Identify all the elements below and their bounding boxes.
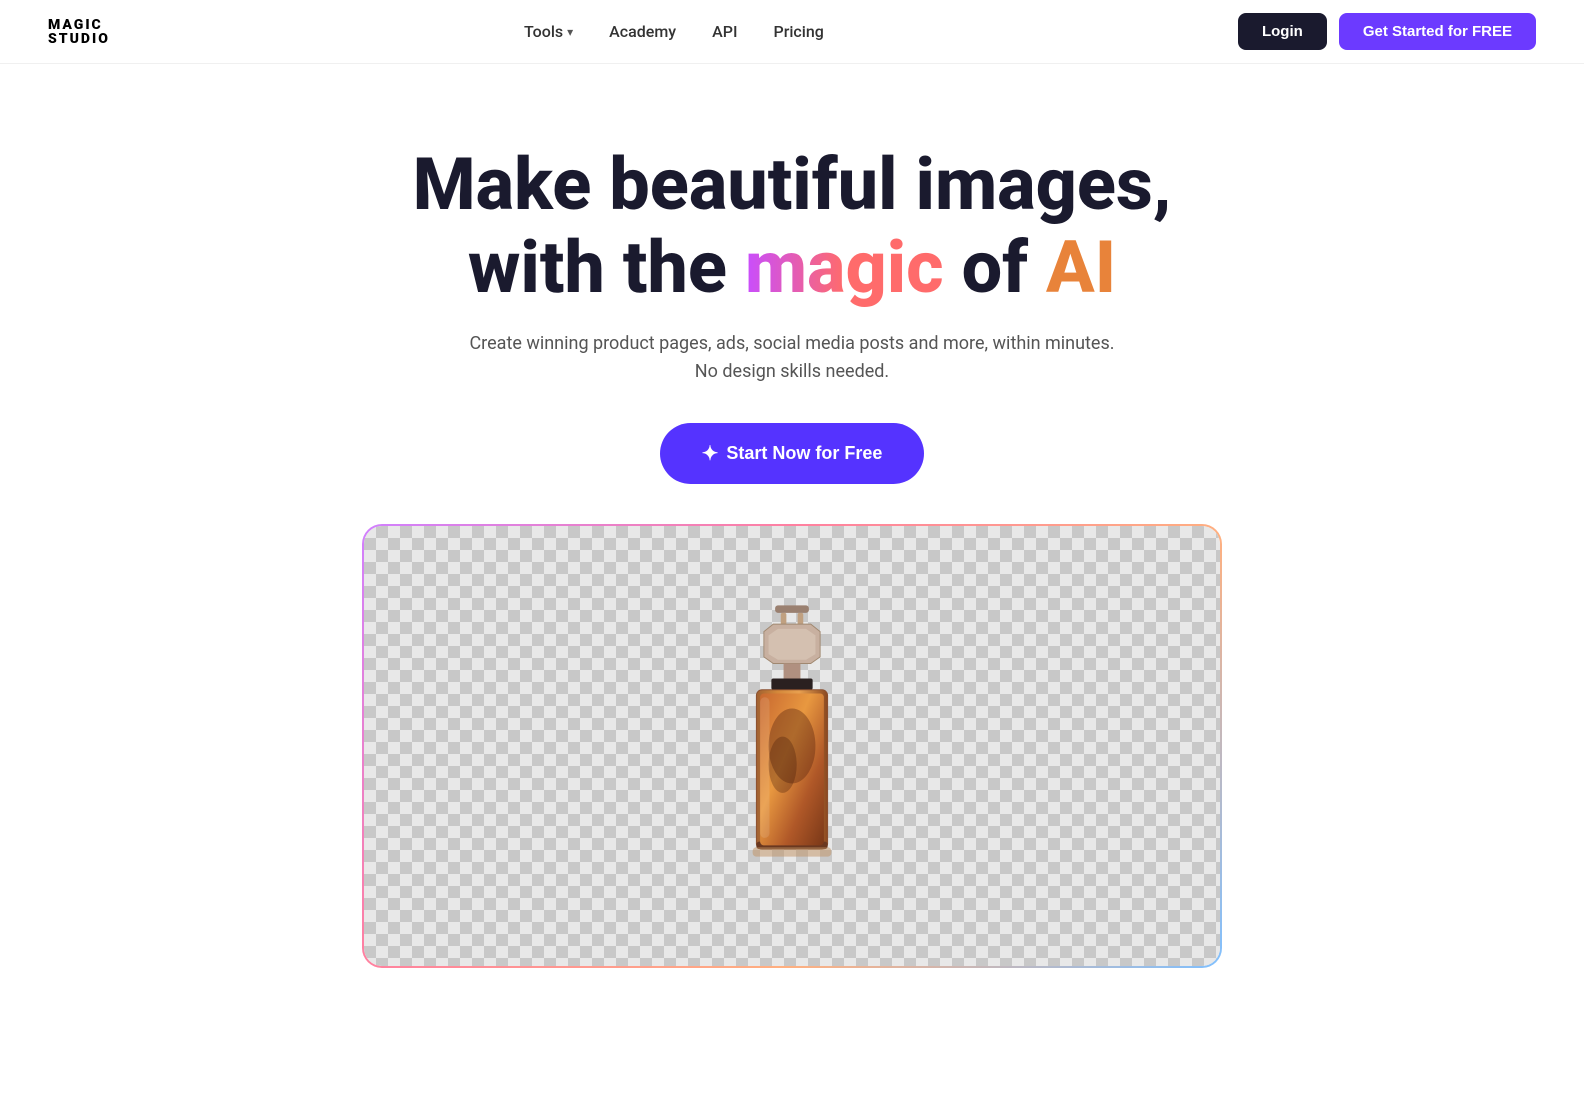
demo-area [362, 524, 1222, 968]
hero-subtitle-line1: Create winning product pages, ads, socia… [469, 333, 1114, 354]
checkerboard-background [364, 526, 1220, 966]
hero-title-line1: Make beautiful images, [413, 142, 1172, 227]
navbar: MAGIC STUDIO Tools ▾ Academy API Pricing… [0, 0, 1584, 64]
hero-ai-word: AI [1046, 225, 1116, 310]
hero-subtitle-line2: No design skills needed. [695, 361, 889, 382]
start-now-button[interactable]: ✦ Start Now for Free [660, 423, 925, 484]
chevron-down-icon: ▾ [567, 25, 573, 39]
get-started-button[interactable]: Get Started for FREE [1339, 13, 1536, 50]
start-now-label: Start Now for Free [726, 443, 882, 464]
hero-title-line2-start: with the [468, 225, 745, 310]
nav-item-api[interactable]: API [712, 22, 737, 41]
nav-item-tools[interactable]: Tools ▾ [524, 22, 573, 41]
hero-magic-word: magic [745, 225, 944, 310]
nav-tools-link[interactable]: Tools [524, 22, 563, 41]
logo[interactable]: MAGIC STUDIO [48, 17, 110, 47]
nav-pricing-link[interactable]: Pricing [773, 22, 823, 41]
hero-title: Make beautiful images, with the magic of… [413, 144, 1172, 310]
nav-item-pricing[interactable]: Pricing [773, 22, 823, 41]
nav-links: Tools ▾ Academy API Pricing [524, 22, 824, 41]
nav-item-academy[interactable]: Academy [609, 22, 676, 41]
hero-of-word: of [944, 225, 1046, 310]
nav-api-link[interactable]: API [712, 22, 737, 41]
nav-actions: Login Get Started for FREE [1238, 13, 1536, 50]
perfume-bottle-image [692, 596, 892, 896]
hero-section: Make beautiful images, with the magic of… [0, 64, 1584, 1008]
hero-subtitle: Create winning product pages, ads, socia… [469, 330, 1114, 388]
login-button[interactable]: Login [1238, 13, 1327, 50]
sparkle-icon: ✦ [702, 441, 719, 466]
logo-studio-text: STUDIO [48, 31, 110, 47]
nav-academy-link[interactable]: Academy [609, 22, 676, 41]
